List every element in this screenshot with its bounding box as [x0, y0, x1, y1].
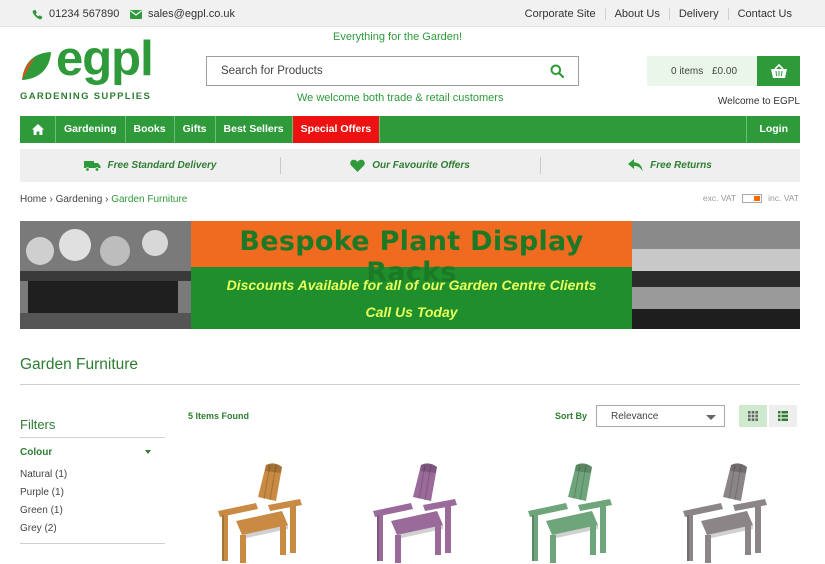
vat-toggle-group: exc. VAT inc. VAT: [703, 193, 799, 203]
nav-gifts[interactable]: Gifts: [175, 116, 216, 143]
phone-number: 01234 567890: [49, 8, 120, 20]
list-icon: [778, 411, 788, 421]
logo-subtitle: GARDENING SUPPLIES: [20, 91, 152, 102]
vat-toggle-switch[interactable]: [742, 193, 763, 203]
chevron-down-icon: [706, 415, 716, 420]
sort-select[interactable]: Relevance: [596, 405, 725, 427]
product-image-purple-chair[interactable]: [365, 459, 465, 564]
basket-button[interactable]: [757, 56, 800, 86]
phone-icon: [32, 9, 43, 19]
grid-view-button[interactable]: [739, 405, 767, 427]
usp-bar: Free Standard Delivery Our Favourite Off…: [20, 149, 800, 182]
usp-favourite-offers-label: Our Favourite Offers: [372, 160, 470, 171]
basket-icon: [770, 63, 787, 78]
product-grid: [0, 455, 825, 564]
breadcrumb: Home › Gardening › Garden Furniture: [20, 194, 187, 205]
home-icon: [31, 124, 44, 135]
basket-total: £0.00: [712, 66, 738, 77]
search-input[interactable]: Search for Products: [221, 65, 323, 77]
breadcrumb-home[interactable]: Home: [20, 194, 47, 205]
product-image-green-chair[interactable]: [520, 459, 620, 564]
search-icon[interactable]: [550, 64, 564, 78]
filters-heading: Filters: [20, 417, 56, 432]
items-found-count: 5 Items Found: [188, 411, 250, 421]
plant-display-photo-left: [20, 221, 191, 329]
main-navigation: Gardening Books Gifts Best Sellers Speci…: [20, 116, 800, 143]
nav-books[interactable]: Books: [126, 116, 175, 143]
heart-icon: [350, 159, 365, 172]
leaf-logo-icon: [22, 52, 51, 80]
link-about-us[interactable]: About Us: [604, 8, 669, 20]
plant-display-photo-right: [632, 221, 800, 329]
site-logo[interactable]: egpl GARDENING SUPPLIES: [20, 34, 154, 102]
product-image-natural-chair[interactable]: [210, 459, 310, 564]
email-address: sales@egpl.co.uk: [148, 8, 235, 20]
delivery-truck-icon: [83, 160, 101, 172]
usp-free-returns-label: Free Returns: [650, 160, 712, 171]
banner-photo-right: [632, 221, 800, 329]
title-divider: [20, 384, 800, 385]
nav-gardening[interactable]: Gardening: [56, 116, 126, 143]
top-links: Corporate Site About Us Delivery Contact…: [516, 8, 801, 20]
user-welcome-text: Welcome to EGPL: [717, 96, 800, 107]
tagline: Everything for the Garden!: [333, 31, 463, 43]
top-bar: 01234 567890 sales@egpl.co.uk Corporate …: [0, 0, 825, 27]
link-delivery[interactable]: Delivery: [668, 8, 728, 20]
grid-icon: [748, 411, 758, 421]
trade-welcome-text: We welcome both trade & retail customers: [297, 92, 504, 104]
product-image-grey-chair[interactable]: [675, 459, 775, 564]
return-arrow-icon: [628, 159, 643, 172]
basket-item-count: 0 items: [671, 66, 704, 77]
search-box[interactable]: Search for Products: [206, 56, 579, 86]
email-contact[interactable]: sales@egpl.co.uk: [130, 8, 235, 20]
nav-special-offers[interactable]: Special Offers: [292, 116, 381, 143]
link-contact-us[interactable]: Contact Us: [727, 8, 801, 20]
usp-free-delivery[interactable]: Free Standard Delivery: [20, 149, 280, 182]
vat-inc-label: inc. VAT: [768, 193, 799, 203]
link-corporate-site[interactable]: Corporate Site: [516, 8, 605, 20]
phone-contact[interactable]: 01234 567890: [32, 8, 119, 20]
usp-free-delivery-label: Free Standard Delivery: [107, 160, 217, 171]
usp-free-returns[interactable]: Free Returns: [540, 149, 800, 182]
nav-home[interactable]: [20, 116, 56, 143]
banner-discount-text: Discounts Available for all of our Garde…: [226, 277, 597, 293]
banner-photo-left: [20, 221, 191, 329]
sort-by-label: Sort By: [555, 411, 588, 421]
breadcrumb-separator: ›: [49, 194, 53, 205]
breadcrumb-gardening[interactable]: Gardening: [56, 194, 103, 205]
mini-basket[interactable]: 0 items £0.00: [647, 56, 800, 86]
breadcrumb-separator: ›: [105, 194, 109, 205]
caret-down-icon[interactable]: [145, 450, 151, 454]
usp-favourite-offers[interactable]: Our Favourite Offers: [280, 149, 540, 182]
list-view-button[interactable]: [769, 405, 797, 427]
banner-call-text: Call Us Today: [365, 304, 458, 320]
sort-select-value: Relevance: [611, 411, 659, 422]
nav-login[interactable]: Login: [746, 116, 800, 143]
filters-divider: [20, 437, 165, 438]
nav-best-sellers[interactable]: Best Sellers: [216, 116, 293, 143]
page-title: Garden Furniture: [20, 356, 139, 373]
promo-banner[interactable]: Bespoke Plant Display Racks Discounts Av…: [20, 221, 800, 329]
breadcrumb-current: Garden Furniture: [111, 194, 188, 205]
logo-wordmark: egpl: [56, 32, 154, 86]
envelope-icon: [130, 9, 142, 19]
vat-exc-label: exc. VAT: [702, 193, 737, 203]
